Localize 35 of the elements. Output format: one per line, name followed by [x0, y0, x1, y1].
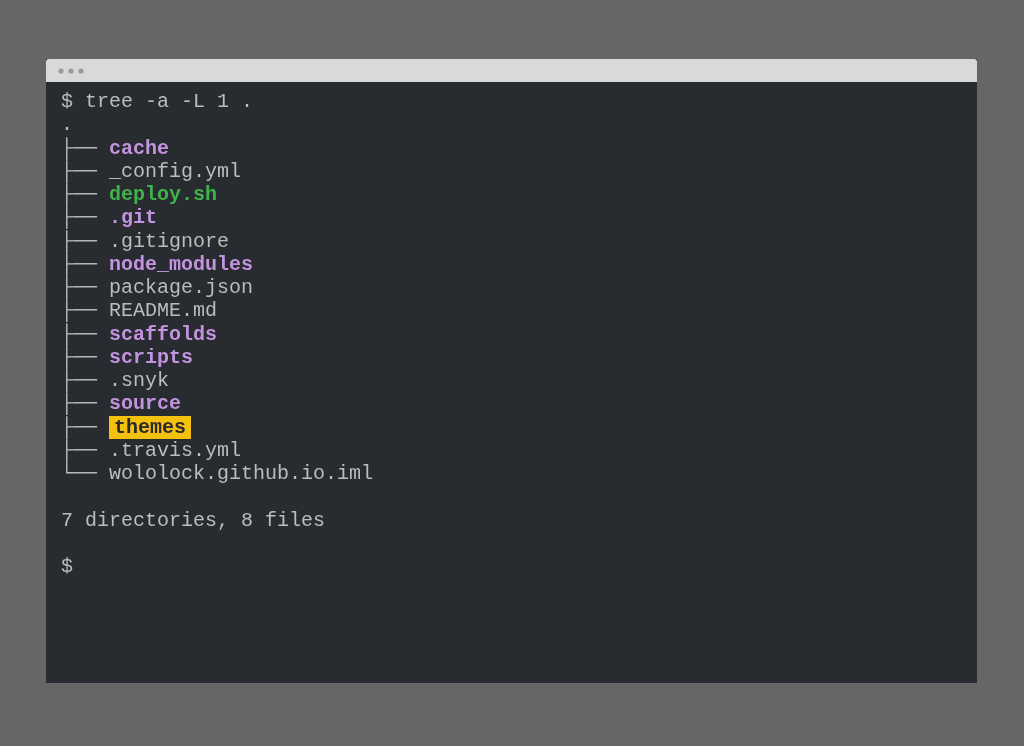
tree-branch: ├── — [61, 159, 97, 183]
tree-branch: ├── — [61, 276, 97, 299]
directory-name: scripts — [109, 345, 194, 369]
shell-prompt: $ — [61, 555, 73, 578]
file-name: .gitignore — [109, 229, 230, 253]
tree-branch: ├── — [61, 136, 97, 160]
tree-branch: ├── — [61, 415, 97, 439]
executable-name: deploy.sh — [109, 183, 218, 206]
directory-name: source — [109, 392, 182, 416]
file-name: package.json — [109, 276, 254, 299]
tree-branch: ├── — [61, 206, 97, 230]
window-dots-icon — [58, 67, 84, 74]
tree-branch: ├── — [61, 322, 97, 346]
directory-name: .git — [109, 206, 158, 230]
file-name: wololock.github.io.iml — [109, 462, 374, 485]
file-name: _config.yml — [109, 159, 242, 183]
tree-root: . — [61, 113, 73, 137]
file-name: README.md — [109, 299, 218, 323]
tree-branch: ├── — [61, 229, 97, 253]
file-name: .snyk — [109, 369, 170, 392]
file-name: .travis.yml — [109, 438, 242, 462]
command-line: $ tree -a -L 1 . — [61, 90, 254, 113]
tree-branch: ├── — [61, 369, 97, 392]
summary-text: 7 directories, 8 files — [61, 508, 326, 532]
directory-name: scaffolds — [109, 322, 218, 346]
tree-branch: ├── — [61, 252, 97, 276]
tree-branch: ├── — [61, 183, 97, 206]
tree-branch: ├── — [61, 345, 97, 369]
directory-name: cache — [109, 136, 170, 160]
tree-branch: ├── — [61, 299, 97, 323]
directory-name: themes — [109, 415, 192, 439]
tree-branch: ├── — [61, 392, 97, 416]
tree-branch: └── — [61, 462, 97, 485]
directory-name: node_modules — [109, 252, 254, 276]
tree-branch: ├── — [61, 438, 97, 462]
